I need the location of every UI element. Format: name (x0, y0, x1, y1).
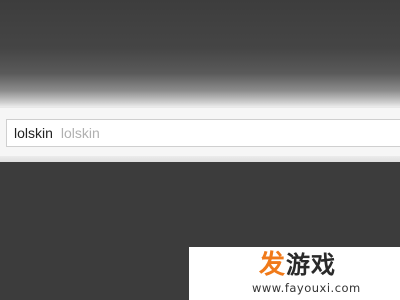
search-bar-region: lolskin lolskin (0, 107, 400, 163)
watermark-brand: 发游戏 (259, 251, 336, 279)
search-suggestion-text: lolskin (60, 125, 100, 141)
top-gradient-background (0, 0, 400, 108)
watermark-url: www.fayouxi.com (252, 281, 361, 295)
screenshot-page: lolskin lolskin 发游戏 www.fayouxi.com (0, 0, 400, 300)
search-typed-text: lolskin (14, 125, 53, 141)
watermark-brand-first-char: 发 (259, 250, 287, 280)
search-input[interactable]: lolskin lolskin (6, 119, 400, 147)
watermark-brand-rest: 游戏 (286, 251, 337, 279)
watermark-logo: 发游戏 www.fayouxi.com (189, 247, 400, 300)
